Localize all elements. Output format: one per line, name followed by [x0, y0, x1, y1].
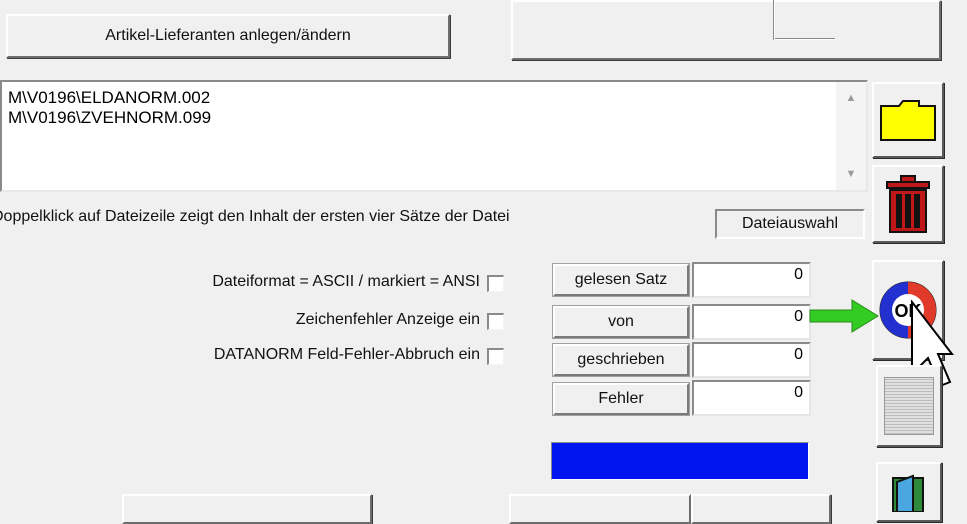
delete-button[interactable]	[872, 165, 944, 243]
top-panel	[511, 0, 941, 60]
scroll-down-icon[interactable]: ▼	[836, 168, 866, 180]
option-dateiformat-label: Dateiformat = ASCII / markiert = ANSI	[212, 273, 480, 290]
stat-gelesen-label: gelesen Satz	[552, 263, 690, 297]
grid-icon	[884, 377, 934, 435]
bottom-button-1[interactable]	[122, 494, 372, 524]
arrow-right-icon	[809, 299, 879, 333]
dateiauswahl-label: Dateiauswahl	[715, 209, 865, 239]
stat-gelesen-value: 0	[692, 262, 811, 298]
artikel-lieferanten-button-label: Artikel-Lieferanten anlegen/ändern	[105, 27, 351, 44]
folder-button[interactable]	[872, 82, 944, 158]
file-hint-text: Doppelklick auf Dateizeile zeigt den Inh…	[0, 208, 510, 225]
progress-bar	[551, 442, 809, 480]
exit-door-icon	[892, 474, 924, 512]
file-list-scrollbar[interactable]: ▲ ▼	[836, 82, 866, 190]
bottom-button-3[interactable]	[691, 494, 831, 524]
option-zeichenfehler-label: Zeichenfehler Anzeige ein	[295, 311, 480, 328]
artikel-lieferanten-button[interactable]: Artikel-Lieferanten anlegen/ändern	[6, 14, 450, 58]
trash-icon	[886, 175, 930, 233]
file-list-item[interactable]: M\V0196\ZVEHNORM.099	[8, 108, 866, 128]
file-list-item[interactable]: M\V0196\ELDANORM.002	[8, 88, 866, 108]
stat-von-value: 0	[692, 304, 811, 340]
stat-von-label: von	[552, 305, 690, 339]
stat-fehler-value: 0	[692, 380, 811, 416]
option-zeichenfehler-checkbox[interactable]	[487, 313, 504, 330]
stat-fehler-label: Fehler	[552, 382, 690, 416]
file-list[interactable]: M\V0196\ELDANORM.002 M\V0196\ZVEHNORM.09…	[0, 80, 868, 192]
stat-geschrieben-value: 0	[692, 342, 811, 378]
option-feldfehler-checkbox[interactable]	[487, 348, 504, 365]
grid-button[interactable]	[876, 365, 942, 447]
bottom-button-2[interactable]	[509, 494, 691, 524]
scroll-up-icon[interactable]: ▲	[836, 92, 866, 104]
folder-icon	[880, 100, 936, 141]
option-feldfehler-label: DATANORM Feld-Fehler-Abbruch ein	[213, 346, 480, 363]
exit-button[interactable]	[876, 462, 942, 522]
stat-geschrieben-label: geschrieben	[552, 343, 690, 377]
top-panel-divider	[773, 0, 775, 40]
top-panel-divider-h	[775, 38, 835, 40]
option-dateiformat-checkbox[interactable]	[487, 275, 504, 292]
